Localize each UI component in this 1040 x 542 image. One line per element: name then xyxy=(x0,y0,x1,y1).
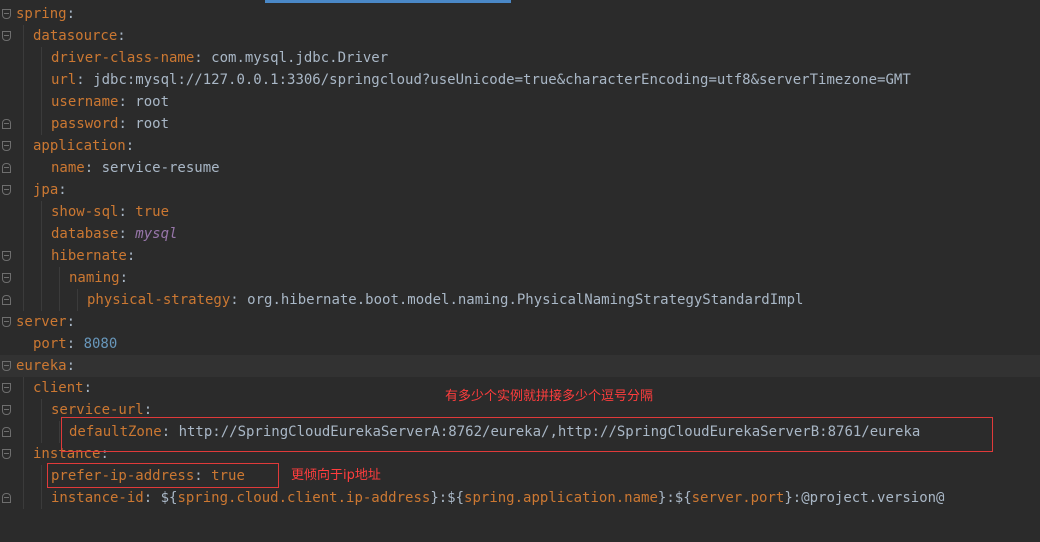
yaml-value-number: 8080 xyxy=(83,336,118,352)
yaml-key: application xyxy=(33,138,126,154)
yaml-separator: : xyxy=(83,380,93,396)
yaml-key: jpa xyxy=(33,182,59,198)
placeholder-open: ${ xyxy=(160,490,178,506)
placeholder-ref: spring.application.name xyxy=(464,490,658,506)
yaml-separator: : xyxy=(118,94,136,110)
code-line[interactable]: url: jdbc:mysql://127.0.0.1:3306/springc… xyxy=(0,69,1040,91)
yaml-key: database xyxy=(51,226,119,242)
fold-toggle-icon[interactable] xyxy=(2,361,11,371)
yaml-value: root xyxy=(135,94,170,110)
yaml-key: port xyxy=(33,336,67,352)
yaml-key: hibernate xyxy=(51,248,127,264)
placeholder-join: }:${ xyxy=(657,490,692,506)
code-line[interactable]: server: xyxy=(0,311,1040,333)
yaml-separator: : xyxy=(125,138,135,154)
yaml-separator: : xyxy=(118,226,136,242)
yaml-separator: : xyxy=(126,248,136,264)
code-line[interactable]: username: root xyxy=(0,91,1040,113)
yaml-separator: : xyxy=(84,160,102,176)
fold-toggle-icon[interactable] xyxy=(2,317,11,327)
yaml-key: client xyxy=(33,380,84,396)
code-line[interactable]: hibernate: xyxy=(0,245,1040,267)
code-line[interactable]: driver-class-name: com.mysql.jdbc.Driver xyxy=(0,47,1040,69)
yaml-value: jdbc:mysql://127.0.0.1:3306/springcloud?… xyxy=(93,72,911,88)
yaml-value-boolean: true xyxy=(135,204,170,220)
placeholder-ref: spring.cloud.client.ip-address xyxy=(177,490,431,506)
yaml-key: service-url xyxy=(51,402,144,418)
placeholder-join: }:${ xyxy=(430,490,465,506)
fold-toggle-icon[interactable] xyxy=(2,383,11,393)
yaml-key: instance-id xyxy=(51,490,144,506)
fold-end-icon[interactable] xyxy=(2,427,11,437)
yaml-key: physical-strategy xyxy=(87,292,231,308)
placeholder-close: }:@project.version@ xyxy=(784,490,945,506)
fold-toggle-icon[interactable] xyxy=(2,405,11,415)
code-line-current[interactable]: eureka: xyxy=(0,355,1040,377)
yaml-separator: : xyxy=(143,490,161,506)
code-line[interactable]: instance-id: ${spring.cloud.client.ip-ad… xyxy=(0,487,1040,509)
code-line[interactable]: application: xyxy=(0,135,1040,157)
yaml-separator: : xyxy=(119,270,129,286)
yaml-key: spring xyxy=(16,6,67,22)
fold-end-icon[interactable] xyxy=(2,163,11,173)
placeholder-ref: server.port xyxy=(691,490,785,506)
fold-end-icon[interactable] xyxy=(2,119,11,129)
yaml-separator: : xyxy=(66,336,84,352)
yaml-key: name xyxy=(51,160,85,176)
fold-toggle-icon[interactable] xyxy=(2,251,11,261)
yaml-key: url xyxy=(51,72,77,88)
yaml-separator: : xyxy=(230,292,248,308)
fold-toggle-icon[interactable] xyxy=(2,185,11,195)
fold-end-icon[interactable] xyxy=(2,295,11,305)
yaml-separator: : xyxy=(58,182,67,198)
yaml-key: show-sql xyxy=(51,204,119,220)
yaml-value: org.hibernate.boot.model.naming.Physical… xyxy=(247,292,804,308)
yaml-value: service-resume xyxy=(101,160,220,176)
code-line[interactable]: naming: xyxy=(0,267,1040,289)
code-line[interactable]: show-sql: true xyxy=(0,201,1040,223)
highlight-box-prefer-ip xyxy=(47,463,279,488)
code-line[interactable]: datasource: xyxy=(0,25,1040,47)
yaml-key: server xyxy=(16,314,67,330)
yaml-key: password xyxy=(51,116,119,132)
yaml-separator: : xyxy=(76,72,94,88)
yaml-separator: : xyxy=(118,116,136,132)
fold-end-icon[interactable] xyxy=(2,493,11,503)
yaml-separator: : xyxy=(194,50,212,66)
code-line[interactable]: port: 8080 xyxy=(0,333,1040,355)
fold-toggle-icon[interactable] xyxy=(2,141,11,151)
fold-toggle-icon[interactable] xyxy=(2,9,11,19)
yaml-value: root xyxy=(135,116,170,132)
code-line[interactable]: database: mysql xyxy=(0,223,1040,245)
yaml-editor[interactable]: spring: datasource: driver-class-name: c… xyxy=(0,0,1040,542)
yaml-separator: : xyxy=(143,402,153,418)
yaml-key: driver-class-name xyxy=(51,50,195,66)
code-line[interactable]: jpa: xyxy=(0,179,1040,201)
yaml-value: mysql xyxy=(135,226,178,242)
code-line[interactable]: password: root xyxy=(0,113,1040,135)
highlight-box-defaultzone xyxy=(61,417,993,452)
code-line[interactable]: spring: xyxy=(0,3,1040,25)
yaml-key: username xyxy=(51,94,119,110)
yaml-value: com.mysql.jdbc.Driver xyxy=(211,50,389,66)
yaml-separator: : xyxy=(66,6,76,22)
fold-toggle-icon[interactable] xyxy=(2,449,11,459)
code-line[interactable]: name: service-resume xyxy=(0,157,1040,179)
fold-toggle-icon[interactable] xyxy=(2,31,11,41)
code-line[interactable]: physical-strategy: org.hibernate.boot.mo… xyxy=(0,289,1040,311)
yaml-separator: : xyxy=(66,358,76,374)
fold-toggle-icon[interactable] xyxy=(2,273,11,283)
annotation-note: 有多少个实例就拼接多少个逗号分隔 xyxy=(445,389,654,404)
yaml-key: eureka xyxy=(16,358,67,374)
yaml-separator: : xyxy=(66,314,76,330)
annotation-note: 更倾向于ip地址 xyxy=(291,468,381,483)
yaml-separator: : xyxy=(117,28,126,44)
yaml-key: naming xyxy=(69,270,120,286)
yaml-key: datasource xyxy=(33,28,118,44)
yaml-separator: : xyxy=(118,204,136,220)
